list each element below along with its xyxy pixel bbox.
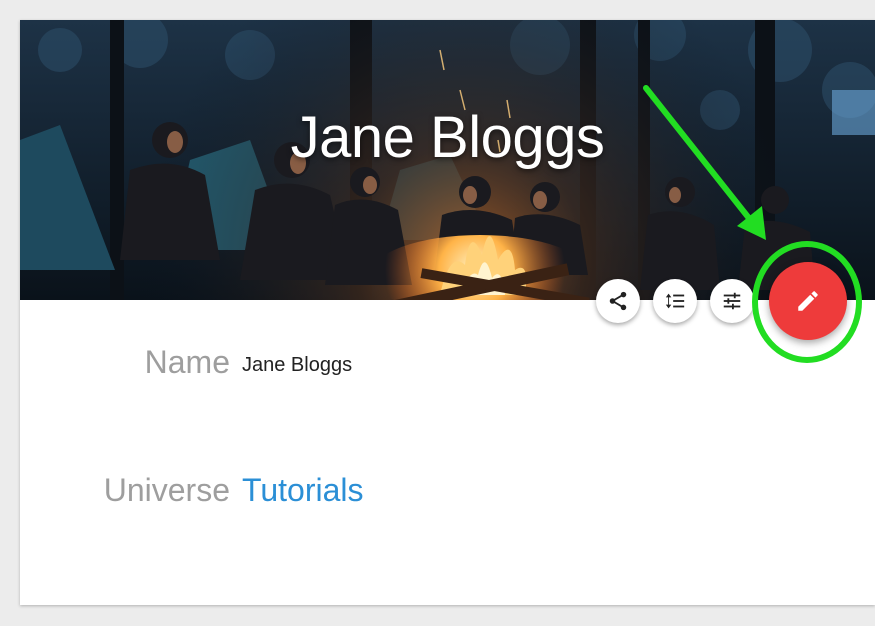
name-label: Name [144,344,230,380]
share-button[interactable] [596,279,640,323]
universe-label: Universe [103,472,230,508]
name-value: Jane Bloggs [242,354,353,376]
share-icon [609,291,627,311]
tune-icon [723,292,741,310]
universe-link[interactable]: Tutorials [242,472,364,509]
edit-button[interactable] [769,262,847,340]
sort-button[interactable] [653,279,697,323]
header-image: Jane Bloggs [20,20,875,300]
page-title: Jane Bloggs [290,105,605,170]
format-line-spacing-icon [665,293,685,309]
filters-button[interactable] [710,279,754,323]
profile-card: Jane Bloggs Name Jane Bloggs Universe Tu… [20,20,875,605]
pencil-icon [798,291,818,311]
